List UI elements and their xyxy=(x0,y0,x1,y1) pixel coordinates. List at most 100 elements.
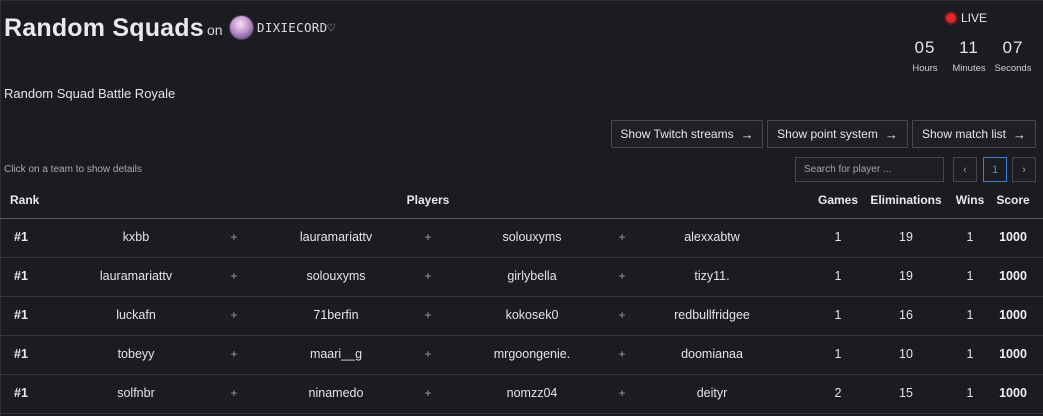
team-details-hint: Click on a team to show details xyxy=(4,164,142,175)
team-games: 1 xyxy=(834,308,842,322)
player-name: solouxyms xyxy=(306,269,366,283)
host-link[interactable]: DIXIECORD♡ xyxy=(229,15,335,40)
countdown-hours-value: 05 xyxy=(914,38,936,57)
player-search-input[interactable] xyxy=(795,157,944,182)
team-score: 1000 xyxy=(999,308,1027,322)
team-wins: 1 xyxy=(966,269,974,283)
player-name: solfnbr xyxy=(117,386,155,400)
player-name: maari__g xyxy=(309,347,363,361)
live-dot-icon xyxy=(946,13,956,23)
plus-icon: + xyxy=(618,347,626,361)
player-name: solouxyms xyxy=(502,230,562,244)
player-name: tizy11. xyxy=(694,269,730,283)
plus-icon: + xyxy=(230,230,238,244)
player-name: girlybella xyxy=(507,269,557,283)
countdown: 05 Hours 11 Minutes 07 Seconds xyxy=(905,38,1037,74)
team-rank: #1 xyxy=(14,386,28,400)
player-name: alexxabtw xyxy=(684,230,740,244)
plus-icon: + xyxy=(618,269,626,283)
team-wins: 1 xyxy=(966,386,974,400)
countdown-minutes-label: Minutes xyxy=(952,63,986,74)
plus-icon: + xyxy=(618,308,626,322)
player-name: lauramariattv xyxy=(99,269,173,283)
plus-icon: + xyxy=(230,347,238,361)
page-number: 1 xyxy=(991,163,999,176)
team-rank: #1 xyxy=(14,308,28,322)
host-prefix: on xyxy=(207,22,223,38)
countdown-hours: 05 Hours xyxy=(905,38,945,74)
plus-icon: + xyxy=(618,230,626,244)
player-name: kxbb xyxy=(122,230,150,244)
team-eliminations: 10 xyxy=(899,347,913,361)
countdown-minutes: 11 Minutes xyxy=(949,38,989,74)
team-eliminations: 19 xyxy=(899,230,913,244)
header-games: Games xyxy=(817,193,859,207)
team-row[interactable]: #1 kxbb lauramariattv solouxyms alexxabtw + + +… xyxy=(0,219,1043,258)
player-name: luckafn xyxy=(116,308,156,322)
header-players: Players xyxy=(406,193,450,207)
team-games: 1 xyxy=(834,230,842,244)
team-eliminations: 15 xyxy=(899,386,913,400)
team-score: 1000 xyxy=(999,347,1027,361)
team-games: 2 xyxy=(834,386,842,400)
team-score: 1000 xyxy=(999,269,1027,283)
show-point-system-label: Show point system xyxy=(777,127,878,141)
chevron-right-icon: › xyxy=(1022,163,1026,176)
player-name: 71berfin xyxy=(313,308,359,322)
player-name: lauramariattv xyxy=(299,230,373,244)
countdown-minutes-value: 11 xyxy=(959,38,979,57)
plus-icon: + xyxy=(424,386,432,400)
player-name: mrgoongenie. xyxy=(493,347,571,361)
team-row[interactable]: #1 lauramariattv solouxyms girlybella tizy11… xyxy=(0,258,1043,297)
arrow-right-icon: → xyxy=(1013,126,1027,142)
player-name: tobeyy xyxy=(117,347,155,361)
live-label: LIVE xyxy=(961,11,988,25)
player-name: redbullfridgee xyxy=(674,308,750,322)
team-wins: 1 xyxy=(966,347,974,361)
countdown-hours-label: Hours xyxy=(912,63,938,74)
team-games: 1 xyxy=(834,347,842,361)
team-eliminations: 19 xyxy=(899,269,913,283)
player-name: doomianaa xyxy=(681,347,743,361)
team-rank: #1 xyxy=(14,269,28,283)
prev-page-button[interactable]: ‹ xyxy=(953,157,977,182)
show-match-list-button[interactable]: Show match list → xyxy=(912,120,1036,148)
plus-icon: + xyxy=(424,347,432,361)
arrow-right-icon: → xyxy=(884,126,898,142)
header-score: Score xyxy=(996,193,1030,207)
team-eliminations: 16 xyxy=(899,308,913,322)
plus-icon: + xyxy=(230,386,238,400)
team-rank: #1 xyxy=(14,230,28,244)
player-name: ninamedo xyxy=(308,386,364,400)
host-avatar xyxy=(229,15,254,40)
show-twitch-streams-button[interactable]: Show Twitch streams → xyxy=(611,120,763,148)
page-1-button[interactable]: 1 xyxy=(983,157,1007,182)
plus-icon: + xyxy=(424,230,432,244)
chevron-left-icon: ‹ xyxy=(963,163,967,176)
tournament-subtitle: Random Squad Battle Royale xyxy=(4,86,176,101)
team-rank: #1 xyxy=(14,347,28,361)
plus-icon: + xyxy=(424,308,432,322)
team-row[interactable]: #1 luckafn 71berfin kokosek0 redbullfridgee +… xyxy=(0,297,1043,336)
team-score: 1000 xyxy=(999,386,1027,400)
show-match-list-label: Show match list xyxy=(921,127,1007,141)
team-wins: 1 xyxy=(966,308,974,322)
player-name: nomzz04 xyxy=(506,386,558,400)
show-twitch-streams-label: Show Twitch streams xyxy=(620,127,734,141)
countdown-seconds-label: Seconds xyxy=(994,63,1032,74)
plus-icon: + xyxy=(230,308,238,322)
team-row[interactable]: #1 tobeyy maari__g mrgoongenie. doomianaa + + +… xyxy=(0,336,1043,375)
live-indicator: LIVE xyxy=(946,11,987,25)
table-header: Rank Players Games Eliminations Wins Sco… xyxy=(0,187,1043,219)
plus-icon: + xyxy=(230,269,238,283)
team-games: 1 xyxy=(834,269,842,283)
page-title: Random Squads xyxy=(4,14,204,42)
header-eliminations: Eliminations xyxy=(870,193,942,207)
team-score: 1000 xyxy=(999,230,1027,244)
show-point-system-button[interactable]: Show point system → xyxy=(767,120,908,148)
team-row[interactable]: #1 solfnbr ninamedo nomzz04 deityr + + +2 15 1 100… xyxy=(0,375,1043,414)
arrow-right-icon: → xyxy=(740,126,754,142)
next-page-button[interactable]: › xyxy=(1012,157,1036,182)
team-wins: 1 xyxy=(966,230,974,244)
host-name: DIXIECORD♡ xyxy=(257,20,336,35)
